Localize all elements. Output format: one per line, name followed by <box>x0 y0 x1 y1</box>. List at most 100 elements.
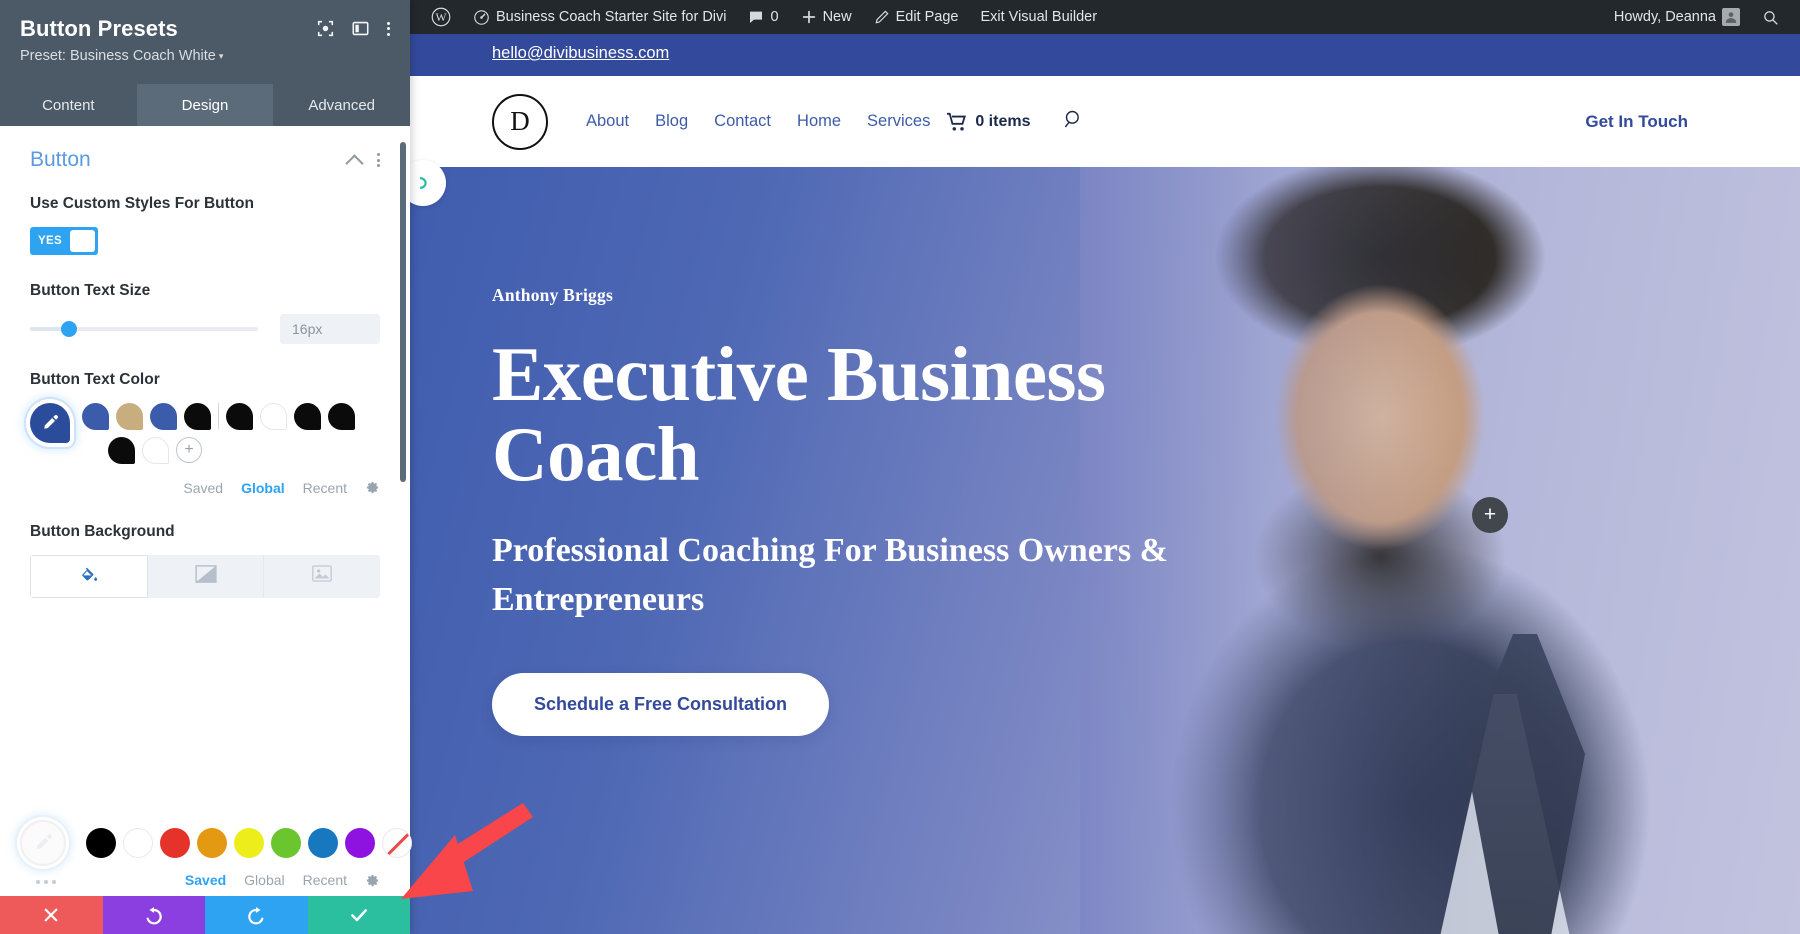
more-options-icon[interactable] <box>36 880 56 884</box>
panel-action-bar <box>0 896 410 934</box>
swatch-blue[interactable] <box>308 828 338 858</box>
avatar <box>1722 8 1740 26</box>
gradient-icon <box>194 564 217 588</box>
nav-item-blog[interactable]: Blog <box>655 112 688 131</box>
tab-content[interactable]: Content <box>0 84 137 126</box>
layout-icon[interactable] <box>352 20 369 37</box>
section-title: Button <box>30 148 91 171</box>
hero-cta-button[interactable]: Schedule a Free Consultation <box>492 672 830 736</box>
swatch-white-1[interactable] <box>260 402 287 430</box>
tie-shape <box>1465 634 1585 934</box>
search-icon[interactable] <box>1751 0 1790 34</box>
button-background-label: Button Background <box>30 522 175 540</box>
swatch-blue-1[interactable] <box>82 402 109 430</box>
howdy-label: Howdy, Deanna <box>1613 9 1716 25</box>
add-swatch-button[interactable]: + <box>176 437 202 464</box>
more-vertical-icon[interactable] <box>387 21 390 36</box>
palette-tab-saved[interactable]: Saved <box>183 480 223 496</box>
panel-scrollbar[interactable] <box>400 142 406 482</box>
comment-icon <box>750 11 763 23</box>
preset-label: Preset: Business Coach White <box>20 48 216 64</box>
site-name-menu[interactable]: Business Coach Starter Site for Divi <box>462 0 737 34</box>
swatch-black-3[interactable] <box>294 402 321 430</box>
site-header: D About Blog Contact Home Services 0 ite… <box>410 76 1800 206</box>
preset-selector[interactable]: Preset: Business Coach White ▾ <box>20 48 390 64</box>
wp-admin-bar: W Business Coach Starter Site for Divi 0… <box>410 0 1800 34</box>
swatch-black-5[interactable] <box>108 436 135 464</box>
field-button-text-size: Button Text Size 16px <box>30 281 380 344</box>
howdy-menu[interactable]: Howdy, Deanna <box>1603 0 1751 34</box>
palette-tab-recent[interactable]: Recent <box>303 480 347 496</box>
swatch-black-1[interactable] <box>184 402 211 430</box>
panel-header: Button Presets Preset: Business Coach Wh… <box>0 0 410 84</box>
background-image-tab[interactable] <box>264 554 380 598</box>
edit-page-menu[interactable]: Edit Page <box>863 0 970 34</box>
edit-page-label: Edit Page <box>895 9 959 25</box>
palette-gear-icon[interactable] <box>365 873 380 888</box>
gear-icon[interactable] <box>365 480 380 495</box>
nav-item-services[interactable]: Services <box>867 112 930 131</box>
button-text-size-label: Button Text Size <box>30 281 151 299</box>
bottom-color-picker-button[interactable] <box>20 820 66 866</box>
button-section-header: Button <box>30 148 380 173</box>
section-more-icon[interactable] <box>377 153 380 167</box>
plus-icon <box>802 10 815 24</box>
check-icon <box>350 909 367 922</box>
swatch-orange[interactable] <box>197 828 227 858</box>
swatch-green[interactable] <box>271 828 301 858</box>
saved-palette-tab-saved[interactable]: Saved <box>185 872 226 888</box>
save-button[interactable] <box>307 896 410 934</box>
palette-tab-global[interactable]: Global <box>241 480 285 496</box>
slider-fill <box>30 326 65 331</box>
use-custom-styles-toggle[interactable]: YES <box>30 226 98 255</box>
site-name-label: Business Coach Starter Site for Divi <box>496 9 727 25</box>
swatch-transparent[interactable] <box>382 828 412 858</box>
comments-menu[interactable]: 0 <box>737 0 789 34</box>
chevron-up-icon[interactable] <box>345 153 364 173</box>
wordpress-icon[interactable]: W <box>420 0 462 34</box>
swatch-red[interactable] <box>160 828 190 858</box>
add-module-button[interactable]: + <box>1472 497 1508 533</box>
exit-visual-builder[interactable]: Exit Visual Builder <box>969 0 1108 34</box>
swatch-purple[interactable] <box>345 828 375 858</box>
tab-advanced[interactable]: Advanced <box>273 84 410 126</box>
swatch-white-2[interactable] <box>142 436 169 464</box>
new-label: New <box>822 9 852 25</box>
hero-title: Executive Business Coach <box>492 331 1106 498</box>
undo-button[interactable] <box>102 896 205 934</box>
swatch-black-2[interactable] <box>226 402 253 430</box>
undo-icon <box>146 907 162 925</box>
slider-handle[interactable] <box>60 320 77 337</box>
swatch-separator <box>218 403 219 430</box>
email-link[interactable]: hello@divibusiness.com <box>492 44 669 63</box>
cancel-button[interactable] <box>0 896 103 934</box>
cart-count: 0 items <box>975 112 1031 130</box>
nav-item-contact[interactable]: Contact <box>714 112 771 131</box>
swatch-yellow[interactable] <box>234 828 264 858</box>
button-text-size-slider[interactable] <box>30 320 258 337</box>
swatch-black-4[interactable] <box>328 402 355 430</box>
logo-letter: D <box>510 106 530 136</box>
swatch-blue-2[interactable] <box>150 402 177 430</box>
nav-search-icon[interactable] <box>1064 109 1084 134</box>
tab-design[interactable]: Design <box>136 84 274 126</box>
background-type-tabs <box>30 554 380 598</box>
saved-palette-tab-global[interactable]: Global <box>244 872 284 888</box>
saved-palette-tab-recent[interactable]: Recent <box>303 872 347 888</box>
background-gradient-tab[interactable] <box>147 554 265 598</box>
swatch-black[interactable] <box>86 828 116 858</box>
button-text-size-input[interactable]: 16px <box>280 313 380 344</box>
get-in-touch-button[interactable]: Get In Touch <box>1585 112 1688 132</box>
nav-item-about[interactable]: About <box>586 112 629 131</box>
background-color-tab[interactable] <box>30 554 148 598</box>
cart-link[interactable]: 0 items <box>946 112 1030 132</box>
swatch-white[interactable] <box>123 828 153 858</box>
site-logo[interactable]: D <box>492 93 548 150</box>
comments-count: 0 <box>770 9 779 25</box>
expand-icon[interactable] <box>317 20 334 37</box>
swatch-tan[interactable] <box>116 402 143 430</box>
nav-item-home[interactable]: Home <box>797 112 841 131</box>
redo-button[interactable] <box>205 896 308 934</box>
new-menu[interactable]: New <box>790 0 863 34</box>
color-picker-button[interactable] <box>30 402 70 443</box>
